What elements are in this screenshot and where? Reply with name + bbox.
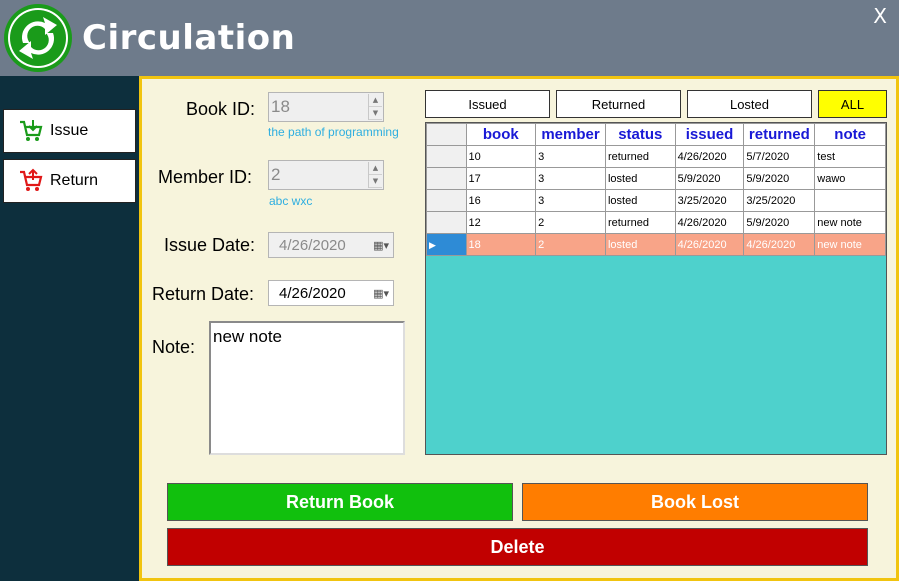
column-header[interactable]: note (814, 123, 886, 146)
calendar-dropdown-icon[interactable]: ▦▾ (373, 239, 389, 252)
column-header[interactable]: returned (743, 123, 816, 146)
cell-note[interactable]: test (814, 145, 886, 168)
cell-status[interactable]: returned (604, 211, 676, 234)
row-header[interactable] (426, 211, 467, 234)
filter-all-button[interactable]: ALL (818, 90, 887, 118)
issue-date-value: 4/26/2020 (279, 237, 346, 254)
sidebar: Issue Return (0, 76, 139, 581)
recycle-logo-icon (4, 4, 72, 72)
cell-note[interactable] (814, 189, 886, 212)
column-header[interactable]: status (604, 123, 676, 146)
table-row-selected[interactable]: ▶ 18 2 losted 4/26/2020 4/26/2020 new no… (426, 233, 886, 256)
sidebar-item-label: Issue (50, 122, 89, 139)
member-id-value: 2 (271, 165, 281, 184)
grid-corner (426, 123, 467, 146)
cell-returned[interactable]: 3/25/2020 (743, 189, 816, 212)
chevron-up-icon[interactable]: ▲ (369, 94, 382, 107)
cell-status[interactable]: losted (604, 189, 676, 212)
app-title: Circulation (82, 18, 296, 58)
book-id-label: Book ID: (186, 99, 256, 119)
cell-book[interactable]: 17 (465, 167, 537, 190)
cell-member[interactable]: 3 (535, 189, 606, 212)
cell-book[interactable]: 18 (465, 233, 537, 256)
table-row[interactable]: 17 3 losted 5/9/2020 5/9/2020 wawo (426, 167, 886, 190)
note-value: new note (213, 327, 282, 346)
column-header[interactable]: book (465, 123, 537, 146)
close-button[interactable]: X (873, 4, 887, 28)
cell-note[interactable]: new note (814, 233, 886, 256)
cell-note[interactable]: new note (814, 211, 886, 234)
book-lost-button[interactable]: Book Lost (522, 483, 868, 521)
cell-returned[interactable]: 5/9/2020 (743, 211, 816, 234)
cell-book[interactable]: 16 (465, 189, 537, 212)
note-label: Note: (152, 337, 196, 357)
book-title-hint: the path of programming (268, 125, 399, 139)
return-date-label: Return Date: (152, 284, 255, 304)
table-row[interactable]: 16 3 losted 3/25/2020 3/25/2020 (426, 189, 886, 212)
sidebar-item-issue[interactable]: Issue (3, 109, 136, 153)
member-id-label: Member ID: (158, 167, 253, 187)
note-textarea[interactable]: new note (209, 321, 405, 455)
sidebar-item-return[interactable]: Return (3, 159, 136, 203)
cart-return-icon (20, 168, 43, 191)
member-name-hint: abc wxc (269, 194, 313, 208)
cell-member[interactable]: 3 (535, 145, 606, 168)
cell-status[interactable]: losted (604, 233, 676, 256)
return-book-button[interactable]: Return Book (167, 483, 513, 521)
filter-returned-button[interactable]: Returned (556, 90, 681, 118)
cell-member[interactable]: 3 (535, 167, 606, 190)
table-row[interactable]: 12 2 returned 4/26/2020 5/9/2020 new not… (426, 211, 886, 234)
table-header-row: book member status issued returned note (426, 123, 886, 146)
cell-issued[interactable]: 5/9/2020 (674, 167, 745, 190)
column-header[interactable]: issued (674, 123, 745, 146)
cart-add-icon (20, 120, 43, 141)
row-header[interactable] (426, 189, 467, 212)
member-id-stepper[interactable]: ▲ ▼ (368, 162, 382, 188)
cell-member[interactable]: 2 (535, 233, 606, 256)
book-id-value: 18 (271, 97, 290, 116)
circulation-table: book member status issued returned note … (426, 123, 886, 256)
cell-status[interactable]: losted (604, 167, 676, 190)
chevron-down-icon[interactable]: ▼ (369, 175, 382, 188)
cell-returned[interactable]: 5/9/2020 (743, 167, 816, 190)
column-header[interactable]: member (535, 123, 606, 146)
cell-status[interactable]: returned (604, 145, 676, 168)
return-date-picker[interactable]: 4/26/2020 ▦▾ (268, 280, 394, 306)
issue-date-picker[interactable]: 4/26/2020 ▦▾ (268, 232, 394, 258)
cell-issued[interactable]: 4/26/2020 (674, 233, 745, 256)
row-header[interactable] (426, 145, 467, 168)
cell-returned[interactable]: 4/26/2020 (743, 233, 816, 256)
table-row[interactable]: 10 3 returned 4/26/2020 5/7/2020 test (426, 145, 886, 168)
cell-member[interactable]: 2 (535, 211, 606, 234)
main-panel: Book ID: 18 ▲ ▼ the path of programming M… (139, 76, 899, 581)
chevron-down-icon[interactable]: ▼ (369, 107, 382, 120)
title-bar: Circulation X (0, 0, 899, 76)
issue-date-label: Issue Date: (164, 235, 256, 255)
member-id-input[interactable]: 2 ▲ ▼ (268, 160, 384, 190)
cell-book[interactable]: 12 (465, 211, 537, 234)
return-date-value: 4/26/2020 (279, 285, 346, 302)
chevron-up-icon[interactable]: ▲ (369, 162, 382, 175)
book-id-stepper[interactable]: ▲ ▼ (368, 94, 382, 120)
calendar-dropdown-icon[interactable]: ▦▾ (373, 287, 389, 300)
cell-issued[interactable]: 4/26/2020 (674, 145, 745, 168)
cell-note[interactable]: wawo (814, 167, 886, 190)
row-header[interactable] (426, 167, 467, 190)
circulation-grid[interactable]: book member status issued returned note … (425, 122, 887, 455)
filter-losted-button[interactable]: Losted (687, 90, 812, 118)
filter-issued-button[interactable]: Issued (425, 90, 550, 118)
delete-button[interactable]: Delete (167, 528, 868, 566)
cell-book[interactable]: 10 (465, 145, 537, 168)
cell-returned[interactable]: 5/7/2020 (743, 145, 816, 168)
cell-issued[interactable]: 4/26/2020 (674, 211, 745, 234)
book-id-input[interactable]: 18 ▲ ▼ (268, 92, 384, 122)
sidebar-item-label: Return (50, 172, 99, 189)
row-header-current[interactable]: ▶ (426, 233, 467, 256)
current-row-arrow-icon: ▶ (429, 239, 436, 250)
cell-issued[interactable]: 3/25/2020 (674, 189, 745, 212)
